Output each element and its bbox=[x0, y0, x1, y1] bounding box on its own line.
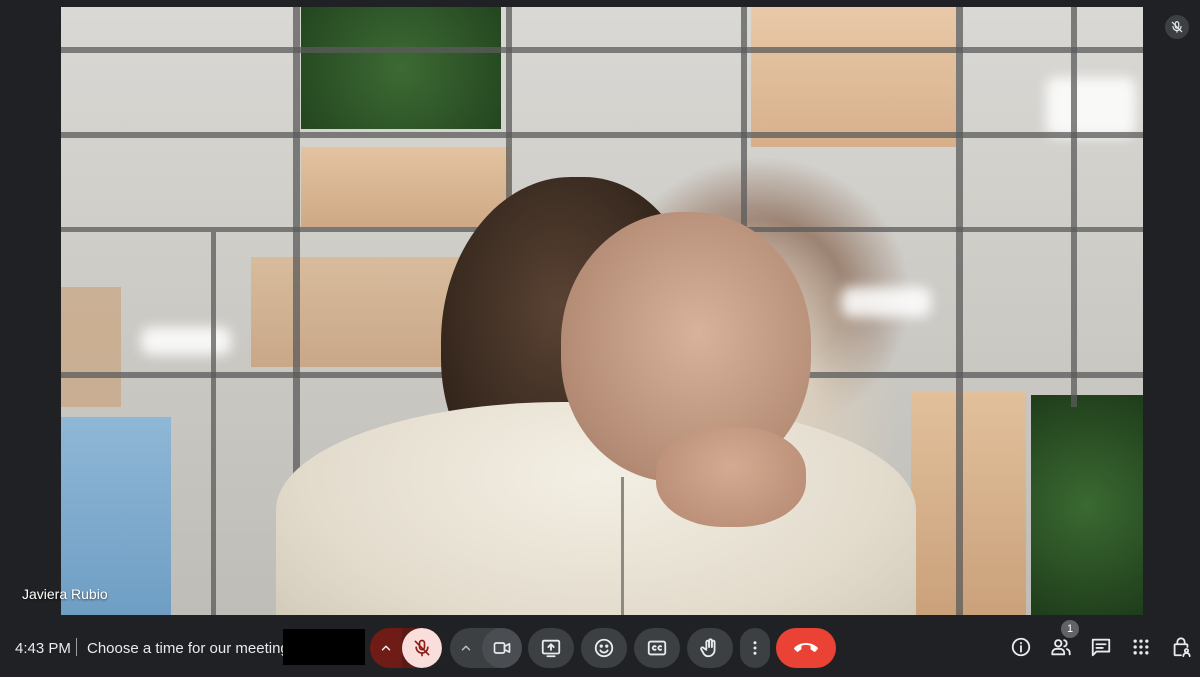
participant-mic-off-icon bbox=[1165, 15, 1189, 39]
info-icon bbox=[1011, 637, 1031, 657]
redacted-area bbox=[283, 629, 365, 665]
meeting-toolbar: 4:43 PM Choose a time for our meeting: 1 bbox=[0, 618, 1200, 677]
meeting-details-button[interactable] bbox=[1009, 635, 1033, 659]
raise-hand-button[interactable] bbox=[687, 628, 733, 668]
mic-toggle-button[interactable] bbox=[402, 628, 442, 668]
microphone-control bbox=[370, 628, 442, 668]
lock-person-icon bbox=[1173, 637, 1191, 658]
more-vertical-icon bbox=[753, 641, 757, 655]
participant-name: Javiera Rubio bbox=[22, 586, 108, 602]
mic-off-icon bbox=[414, 639, 430, 657]
audio-settings-button[interactable] bbox=[370, 628, 402, 668]
camera-toggle-button[interactable] bbox=[482, 628, 522, 668]
host-controls-button[interactable] bbox=[1169, 635, 1193, 659]
people-button[interactable] bbox=[1049, 635, 1073, 659]
emoji-icon bbox=[594, 638, 614, 658]
more-options-button[interactable] bbox=[740, 628, 770, 668]
captions-button[interactable] bbox=[634, 628, 680, 668]
meeting-title: Choose a time for our meeting: bbox=[87, 640, 293, 657]
leave-call-button[interactable] bbox=[776, 628, 836, 668]
chat-button[interactable] bbox=[1089, 635, 1113, 659]
video-settings-button[interactable] bbox=[450, 628, 482, 668]
videocam-icon bbox=[493, 642, 511, 654]
chat-icon bbox=[1091, 638, 1111, 657]
hand-icon bbox=[700, 638, 716, 658]
call-end-icon bbox=[794, 643, 818, 652]
chevron-up-icon bbox=[461, 645, 471, 651]
reactions-button[interactable] bbox=[581, 628, 627, 668]
people-icon bbox=[1051, 639, 1071, 656]
present-screen-button[interactable] bbox=[528, 628, 574, 668]
toolbar-divider bbox=[76, 638, 77, 656]
present-screen-icon bbox=[541, 639, 561, 658]
meeting-clock: 4:43 PM bbox=[15, 640, 71, 657]
camera-control bbox=[450, 628, 522, 668]
participant-video bbox=[61, 7, 1143, 615]
closed-caption-icon bbox=[647, 640, 667, 656]
activities-button[interactable] bbox=[1129, 635, 1153, 659]
chevron-up-icon bbox=[381, 645, 391, 651]
apps-grid-icon bbox=[1133, 639, 1149, 655]
